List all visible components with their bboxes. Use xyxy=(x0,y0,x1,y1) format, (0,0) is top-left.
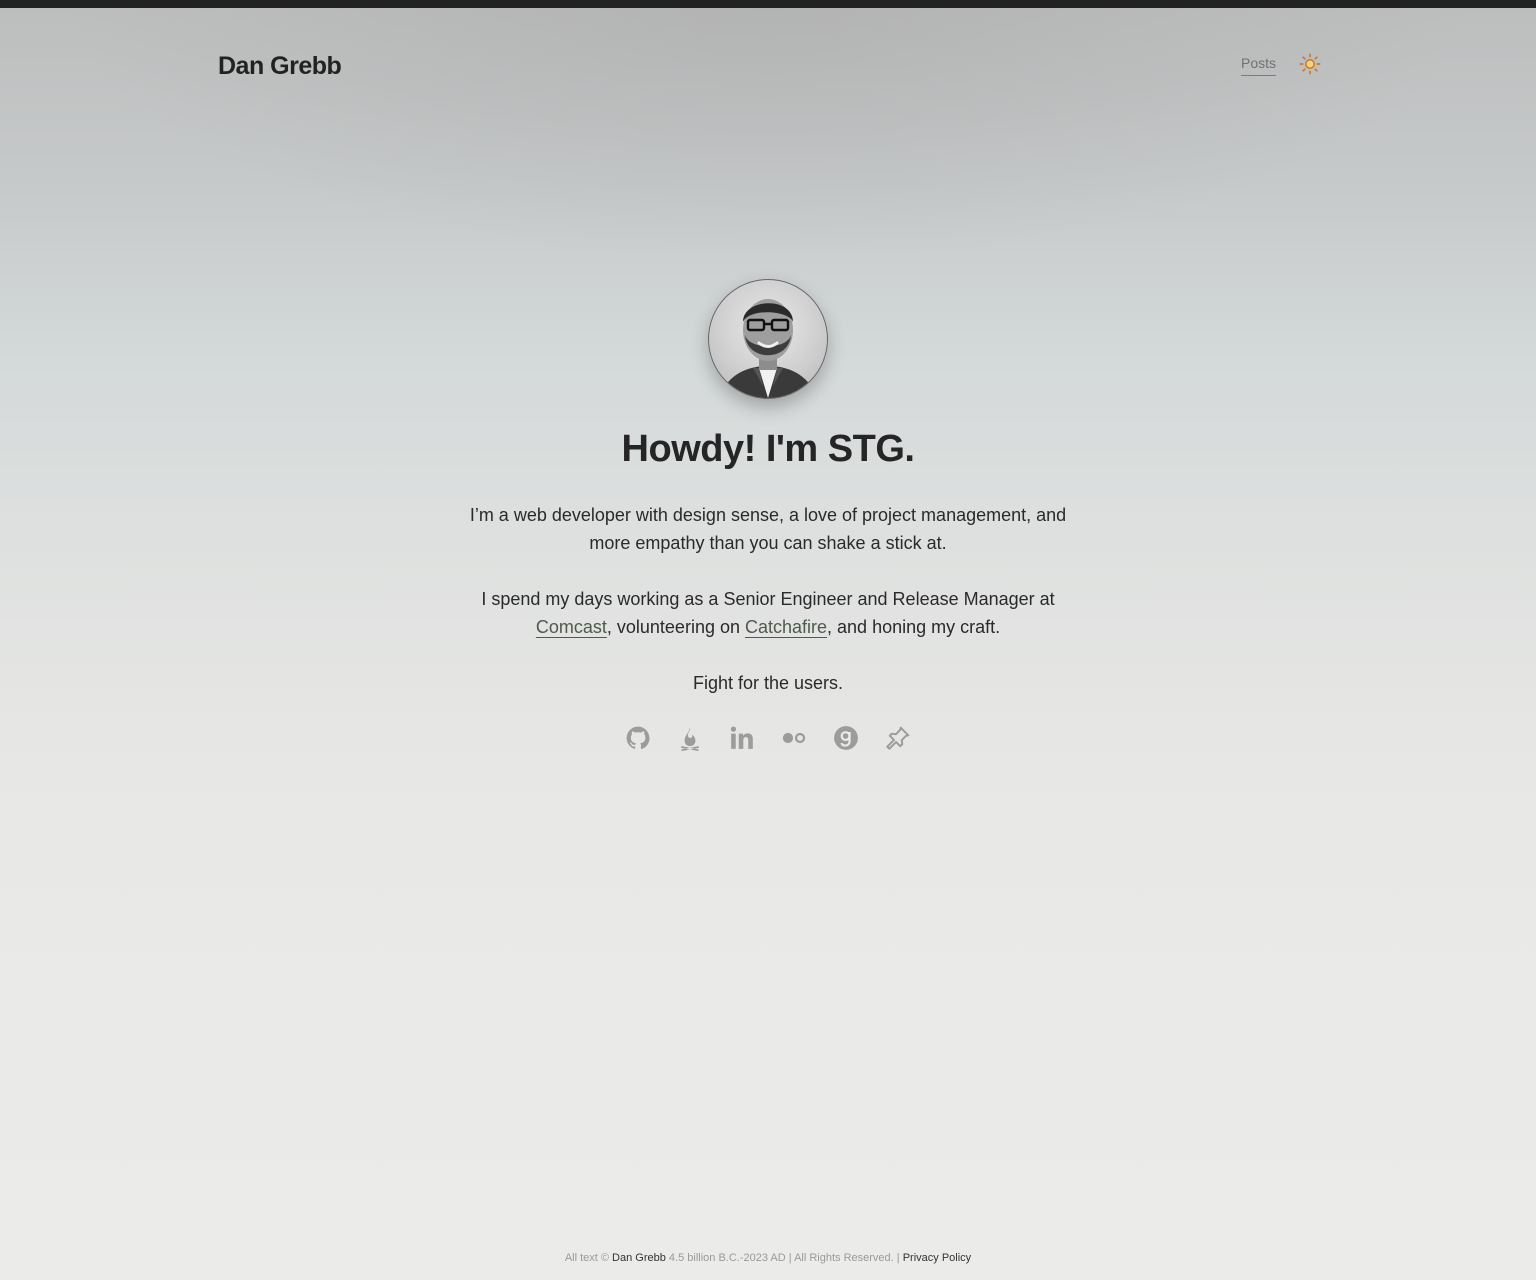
flickr-link[interactable] xyxy=(781,725,807,751)
pin-icon xyxy=(886,726,910,750)
github-link[interactable] xyxy=(625,725,651,751)
nav-posts-link[interactable]: Posts xyxy=(1240,53,1276,76)
intro-text-after: , and honing my craft. xyxy=(827,617,1001,637)
github-icon xyxy=(626,726,650,750)
page-title: Howdy! I'm STG. xyxy=(621,428,915,470)
footer-copyright-range: 4.5 billion B.C.-2023 AD | All Rights Re… xyxy=(668,1252,900,1264)
flickr-icon xyxy=(782,732,806,744)
catchafire-link[interactable]: Catchafire xyxy=(745,617,827,637)
intro-text: I’m a web developer with design sense, a… xyxy=(468,501,1068,697)
goodreads-icon xyxy=(834,726,858,750)
footer-prefix: All text © xyxy=(564,1252,609,1264)
privacy-policy-link[interactable]: Privacy Policy xyxy=(903,1252,971,1264)
linkedin-icon xyxy=(730,726,753,749)
avatar xyxy=(708,279,828,399)
main-nav: Posts xyxy=(1240,52,1322,76)
sun-icon xyxy=(1299,53,1321,75)
site-title[interactable]: Dan Grebb xyxy=(218,50,342,82)
linkedin-link[interactable] xyxy=(729,725,755,751)
intro-paragraph-3: Fight for the users. xyxy=(692,673,844,693)
intro-paragraph-2: I spend my days working as a Senior Engi… xyxy=(468,585,1068,641)
footer-name-link[interactable]: Dan Grebb xyxy=(612,1252,666,1264)
pinboard-link[interactable] xyxy=(885,725,911,751)
comcast-link[interactable]: Comcast xyxy=(536,617,607,637)
intro-text-middle: , volunteering on xyxy=(606,617,745,637)
goodreads-link[interactable] xyxy=(833,725,859,751)
campfire-link[interactable] xyxy=(677,725,703,751)
top-bar xyxy=(0,0,1536,8)
social-links xyxy=(0,725,1536,751)
intro-text-before: I spend my days working as a Senior Engi… xyxy=(481,589,1055,609)
theme-toggle-button[interactable] xyxy=(1298,52,1322,76)
avatar-portrait xyxy=(719,299,817,398)
footer: All text © Dan Grebb 4.5 billion B.C.-20… xyxy=(0,1250,1536,1266)
campfire-icon xyxy=(680,727,700,751)
hero-section: Howdy! I'm STG. I’m a web developer with… xyxy=(0,279,1536,751)
intro-paragraph-1: I’m a web developer with design sense, a… xyxy=(469,505,1067,553)
